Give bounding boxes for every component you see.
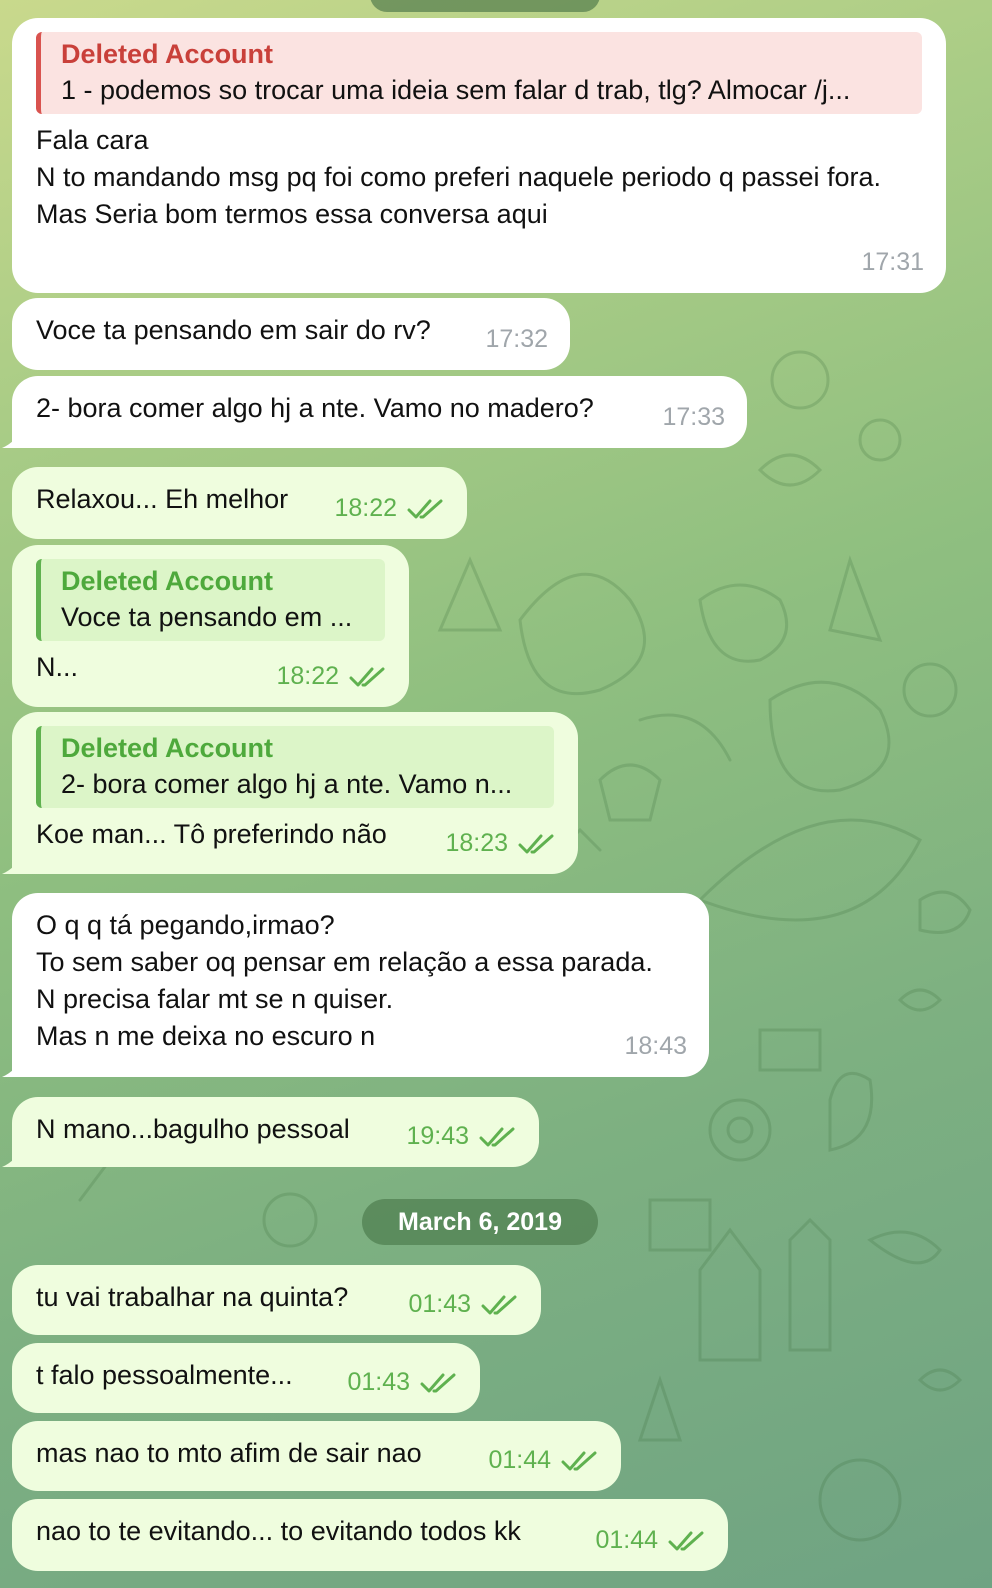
- message-text: 2- bora comer algo hj a nte. Vamo no mad…: [36, 393, 594, 423]
- message-text: nao to te evitando... to evitando todos …: [36, 1516, 521, 1546]
- message-meta: 01:44: [488, 1442, 599, 1479]
- message-meta: 01:43: [408, 1286, 519, 1323]
- message-time: 17:31: [861, 248, 924, 276]
- message-text: O q q tá pegando,irmao? To sem saber oq …: [36, 910, 653, 1051]
- double-check-icon: [349, 667, 385, 686]
- message-meta: 01:43: [347, 1364, 458, 1401]
- message-meta: 19:43: [406, 1118, 517, 1155]
- message-time: 01:43: [347, 1368, 410, 1396]
- message-meta: 17:33: [662, 399, 725, 436]
- double-check-icon: [561, 1451, 597, 1470]
- message-meta: 18:22: [334, 490, 445, 527]
- message-text: t falo pessoalmente...: [36, 1360, 293, 1390]
- message-time: 19:43: [406, 1122, 469, 1150]
- reply-snippet: Voce ta pensando em ...: [61, 602, 353, 632]
- message-bubble-outgoing[interactable]: Deleted Account 2- bora comer algo hj a …: [2, 712, 578, 874]
- message-bubble-outgoing[interactable]: nao to te evitando... to evitando todos …: [12, 1499, 728, 1571]
- message-meta: 18:43: [624, 1028, 687, 1065]
- message-time: 18:23: [445, 829, 508, 857]
- message-text: Relaxou... Eh melhor: [36, 484, 289, 514]
- message-text: N...: [36, 652, 79, 682]
- message-time: 18:22: [276, 662, 339, 690]
- message-time: 17:33: [662, 403, 725, 431]
- double-check-icon: [407, 499, 443, 518]
- message-meta: 17:31: [861, 244, 924, 281]
- message-text: mas nao to mto afim de sair nao: [36, 1438, 422, 1468]
- message-time: 01:44: [488, 1446, 551, 1474]
- message-meta: 18:22: [276, 658, 387, 695]
- bubble-tail: [2, 1145, 24, 1167]
- reply-author: Deleted Account: [61, 566, 274, 596]
- message-text: Fala cara N to mandando msg pq foi como …: [36, 125, 882, 229]
- message-bubble-incoming[interactable]: Voce ta pensando em sair do rv? 17:32: [12, 298, 570, 370]
- reply-author: Deleted Account: [61, 733, 274, 763]
- bubble-tail: [2, 1055, 24, 1077]
- message-meta: 17:32: [485, 321, 548, 358]
- message-bubble-incoming[interactable]: Deleted Account 1 - podemos so trocar um…: [12, 18, 946, 293]
- bubble-tail: [2, 852, 24, 874]
- double-check-icon: [518, 834, 554, 853]
- message-bubble-incoming[interactable]: 2- bora comer algo hj a nte. Vamo no mad…: [2, 376, 747, 448]
- reply-quote[interactable]: Deleted Account Voce ta pensando em ...: [36, 559, 385, 641]
- double-check-icon: [481, 1295, 517, 1314]
- message-bubble-outgoing[interactable]: mas nao to mto afim de sair nao 01:44: [12, 1421, 621, 1491]
- reply-snippet: 2- bora comer algo hj a nte. Vamo n...: [61, 769, 513, 799]
- message-text: Voce ta pensando em sair do rv?: [36, 315, 431, 345]
- date-separator: March 6, 2019: [362, 1199, 598, 1245]
- bubble-tail: [2, 426, 24, 448]
- reply-snippet: 1 - podemos so trocar uma ideia sem fala…: [61, 75, 851, 105]
- message-text: Koe man... Tô preferindo não: [36, 819, 387, 849]
- reply-author: Deleted Account: [61, 39, 274, 69]
- double-check-icon: [668, 1531, 704, 1550]
- message-bubble-outgoing[interactable]: Relaxou... Eh melhor 18:22: [12, 467, 467, 539]
- message-time: 17:32: [485, 325, 548, 353]
- reply-quote[interactable]: Deleted Account 2- bora comer algo hj a …: [36, 726, 554, 808]
- message-bubble-outgoing[interactable]: N mano...bagulho pessoal 19:43: [2, 1097, 539, 1167]
- message-meta: 01:44: [595, 1522, 706, 1559]
- message-bubble-incoming[interactable]: O q q tá pegando,irmao? To sem saber oq …: [2, 893, 709, 1077]
- message-time: 01:43: [408, 1290, 471, 1318]
- message-time: 18:43: [624, 1032, 687, 1060]
- message-bubble-outgoing[interactable]: tu vai trabalhar na quinta? 01:43: [12, 1265, 541, 1335]
- double-check-icon: [420, 1373, 456, 1392]
- message-meta: 18:23: [445, 825, 556, 862]
- message-bubble-outgoing[interactable]: t falo pessoalmente... 01:43: [12, 1343, 480, 1413]
- double-check-icon: [479, 1127, 515, 1146]
- message-bubble-outgoing[interactable]: Deleted Account Voce ta pensando em ... …: [12, 545, 409, 707]
- message-text: tu vai trabalhar na quinta?: [36, 1282, 349, 1312]
- message-time: 18:22: [334, 494, 397, 522]
- previous-date-pill: [370, 0, 600, 12]
- reply-quote[interactable]: Deleted Account 1 - podemos so trocar um…: [36, 32, 922, 114]
- message-time: 01:44: [595, 1526, 658, 1554]
- message-text: N mano...bagulho pessoal: [36, 1114, 350, 1144]
